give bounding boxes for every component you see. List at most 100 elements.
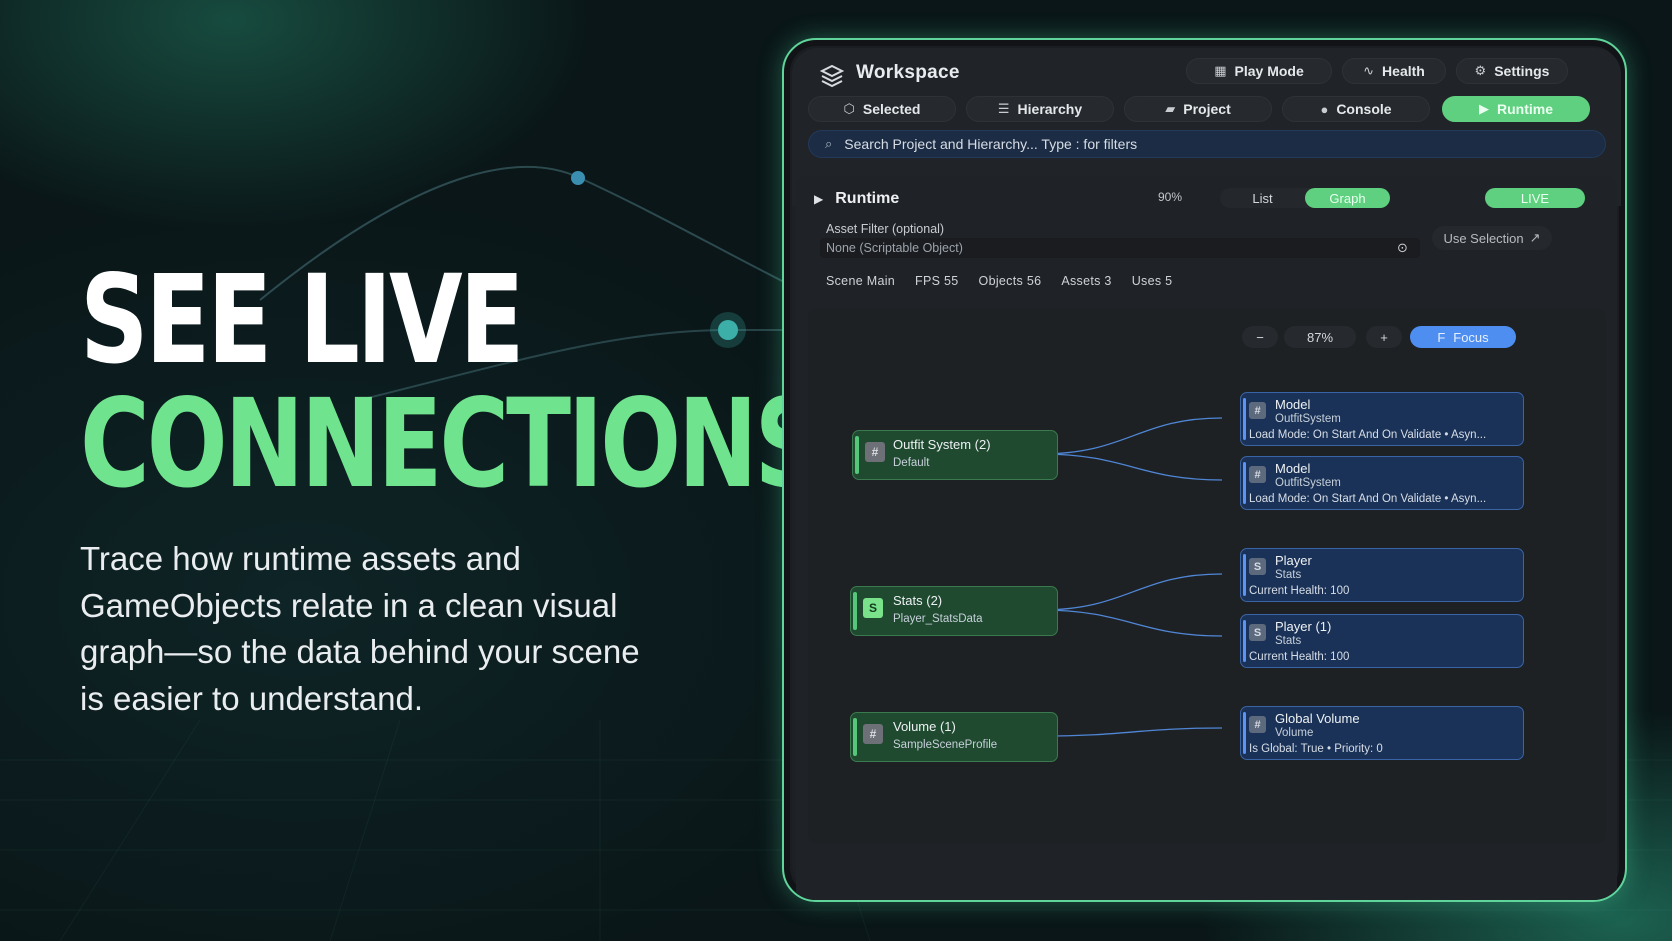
component-badge: #	[1249, 716, 1266, 733]
headline-line-2: CONNECTIONS.	[80, 373, 856, 515]
node-title: Model	[1275, 461, 1311, 476]
tab-console-label: Console	[1336, 101, 1392, 117]
hero-headline: SEE LIVE CONNECTIONS.	[80, 258, 856, 515]
node-title: Player	[1275, 553, 1312, 568]
node-detail: Is Global: True • Priority: 0	[1249, 743, 1383, 755]
source-node-outfit-system[interactable]: # Outfit System (2) Default	[852, 430, 1058, 480]
tab-console[interactable]: ● Console	[1282, 96, 1430, 122]
node-title: Model	[1275, 397, 1311, 412]
zoom-out-button[interactable]: −	[1242, 326, 1278, 348]
runtime-title: Runtime	[835, 190, 900, 207]
object-picker-icon[interactable]: ⊙	[1397, 240, 1408, 256]
asset-filter-field[interactable]: None (Scriptable Object)	[820, 238, 1420, 258]
node-detail: Current Health: 100	[1249, 651, 1350, 663]
runtime-section: ▶ Runtime 90% List Graph LIVE Asset Filt…	[796, 176, 1617, 900]
folder-icon: ▰	[1165, 101, 1176, 116]
focus-button[interactable]: F Focus	[1410, 326, 1516, 348]
source-node-stats[interactable]: S Stats (2) Player_StatsData	[850, 586, 1058, 636]
runtime-stats: Scene Main FPS 55 Objects 56 Assets 3 Us…	[826, 274, 1172, 288]
tab-runtime[interactable]: ▶ Runtime	[1442, 96, 1590, 122]
graph-canvas[interactable]: − 87% + F Focus # Outfit System (2) Defa…	[808, 308, 1606, 844]
external-link-icon: ↗	[1529, 230, 1541, 245]
play-mode-button[interactable]: ▦ Play Mode	[1186, 58, 1332, 84]
search-input[interactable]: ⌕ Search Project and Hierarchy... Type :…	[808, 130, 1606, 158]
node-title: Stats (2)	[893, 593, 943, 608]
stat-objects: Objects 56	[978, 274, 1042, 288]
scriptable-badge: S	[1249, 624, 1266, 641]
health-button[interactable]: ∿ Health	[1342, 58, 1446, 84]
component-badge: #	[1249, 466, 1266, 483]
stat-uses: Uses 5	[1131, 274, 1173, 288]
node-detail: Load Mode: On Start And On Validate • As…	[1249, 429, 1487, 441]
stat-assets: Assets 3	[1061, 274, 1112, 288]
target-node-model-1[interactable]: # Model OutfitSystem Load Mode: On Start…	[1240, 392, 1524, 446]
zoom-in-button[interactable]: +	[1366, 326, 1402, 348]
tab-hierarchy-label: Hierarchy	[1017, 101, 1083, 117]
node-title: Global Volume	[1275, 711, 1360, 726]
scriptable-badge: S	[863, 598, 883, 618]
tab-project[interactable]: ▰ Project	[1124, 96, 1272, 122]
target-node-player[interactable]: S Player Stats Current Health: 100	[1240, 548, 1524, 602]
target-node-player-1[interactable]: S Player (1) Stats Current Health: 100	[1240, 614, 1524, 668]
view-toggle: List Graph	[1220, 188, 1390, 208]
node-detail: Load Mode: On Start And On Validate • As…	[1249, 493, 1487, 505]
tab-selected-label: Selected	[862, 101, 921, 117]
runtime-header[interactable]: ▶ Runtime	[814, 190, 899, 208]
edge-stats-player-1	[1039, 609, 1223, 637]
edge-outfit-model-2	[1039, 453, 1223, 481]
scriptable-badge: S	[1249, 558, 1266, 575]
node-subtitle: Stats	[1275, 635, 1302, 647]
target-node-global-volume[interactable]: # Global Volume Volume Is Global: True •…	[1240, 706, 1524, 760]
tab-hierarchy[interactable]: ☰ Hierarchy	[966, 96, 1114, 122]
gear-icon: ⚙	[1474, 63, 1487, 78]
stat-fps: FPS 55	[915, 274, 959, 288]
focus-label: Focus	[1453, 329, 1489, 345]
use-selection-label: Use Selection	[1443, 230, 1524, 246]
tab-runtime-label: Runtime	[1497, 101, 1553, 117]
play-icon: ▶	[1479, 101, 1489, 116]
node-title: Volume (1)	[893, 719, 956, 734]
asset-filter-label: Asset Filter (optional)	[826, 222, 945, 236]
tab-project-label: Project	[1183, 101, 1231, 117]
view-option-list[interactable]: List	[1220, 188, 1305, 208]
cube-icon: ⬡	[843, 101, 855, 116]
alert-icon: ●	[1320, 101, 1329, 117]
edge-stats-player	[1039, 573, 1223, 611]
hero-subtitle: Trace how runtime assets and GameObjects…	[80, 540, 640, 717]
settings-label: Settings	[1494, 63, 1550, 79]
component-badge: #	[863, 724, 883, 744]
node-subtitle: Stats	[1275, 569, 1302, 581]
stacked-layers-icon	[812, 58, 852, 94]
use-selection-button[interactable]: Use Selection ↗	[1432, 226, 1552, 250]
node-subtitle: Player_StatsData	[893, 613, 983, 625]
search-placeholder: Search Project and Hierarchy... Type : f…	[844, 136, 1138, 152]
workspace-window: Workspace ▦ Play Mode ∿ Health ⚙ Setting…	[782, 38, 1627, 902]
component-badge: #	[865, 442, 885, 462]
search-icon: ⌕	[825, 136, 833, 151]
stat-scene: Scene Main	[826, 274, 896, 288]
node-subtitle: Volume	[1275, 727, 1314, 739]
tab-selected[interactable]: ⬡ Selected	[808, 96, 956, 122]
zoom-level: 87%	[1284, 326, 1356, 348]
node-subtitle: Default	[893, 457, 930, 469]
node-title: Player (1)	[1275, 619, 1332, 634]
edge-volume-global	[1039, 727, 1223, 737]
target-node-model-2[interactable]: # Model OutfitSystem Load Mode: On Start…	[1240, 456, 1524, 510]
list-icon: ☰	[997, 101, 1010, 116]
node-subtitle: OutfitSystem	[1275, 477, 1341, 489]
edge-outfit-model-1	[1039, 417, 1223, 455]
node-detail: Current Health: 100	[1249, 585, 1350, 597]
play-icon: ▶	[814, 192, 824, 206]
grid-icon: ▦	[1214, 63, 1227, 78]
focus-key: F	[1437, 329, 1446, 345]
settings-button[interactable]: ⚙ Settings	[1456, 58, 1568, 84]
pulse-icon: ∿	[1363, 63, 1375, 78]
node-subtitle: SampleSceneProfile	[893, 739, 998, 751]
workspace-title: Workspace	[856, 62, 960, 83]
view-option-graph[interactable]: Graph	[1305, 188, 1390, 208]
play-mode-label: Play Mode	[1234, 63, 1304, 79]
health-label: Health	[1382, 63, 1425, 79]
node-subtitle: OutfitSystem	[1275, 413, 1341, 425]
component-badge: #	[1249, 402, 1266, 419]
source-node-volume[interactable]: # Volume (1) SampleSceneProfile	[850, 712, 1058, 762]
